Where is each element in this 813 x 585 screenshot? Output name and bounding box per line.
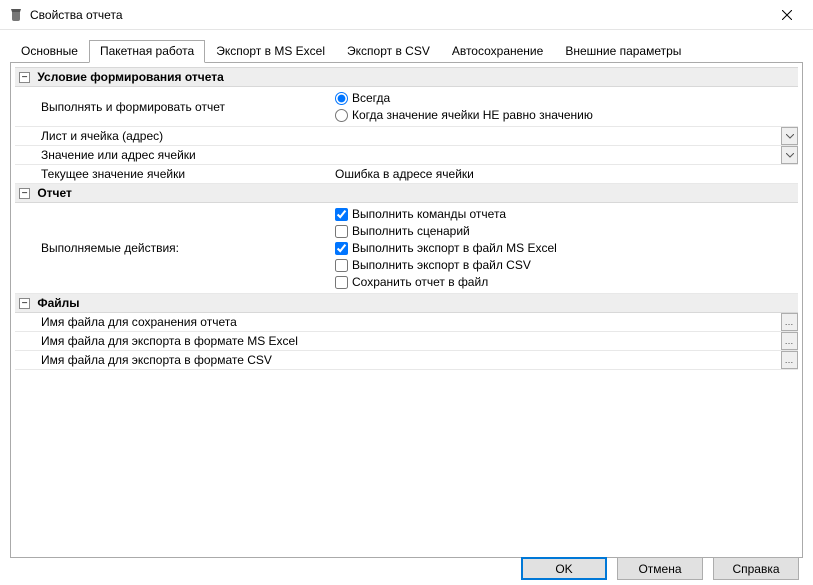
group-condition[interactable]: − Условие формирования отчета <box>15 68 798 87</box>
radio-always[interactable]: Всегда <box>335 90 794 106</box>
tab-batch[interactable]: Пакетная работа <box>89 40 205 63</box>
tabstrip: Основные Пакетная работа Экспорт в MS Ex… <box>10 38 803 62</box>
value-sheet-cell[interactable] <box>331 127 798 146</box>
group-report[interactable]: − Отчет <box>15 184 798 203</box>
property-grid: − Условие формирования отчета Выполнять … <box>15 67 798 370</box>
tab-autosave[interactable]: Автосохранение <box>441 40 554 63</box>
radio-always-input[interactable] <box>335 92 348 105</box>
label-file-excel: Имя файла для экспорта в формате MS Exce… <box>15 332 331 351</box>
check-export-csv[interactable]: Выполнить экспорт в файл CSV <box>335 257 794 273</box>
value-file-excel[interactable]: … <box>331 332 798 351</box>
radio-not-equal[interactable]: Когда значение ячейки НЕ равно значению <box>335 107 794 123</box>
check-export-csv-input[interactable] <box>335 259 348 272</box>
group-files-label: Файлы <box>37 296 79 310</box>
tab-page: − Условие формирования отчета Выполнять … <box>10 62 803 558</box>
check-save-file[interactable]: Сохранить отчет в файл <box>335 274 794 290</box>
ok-button[interactable]: OK <box>521 557 607 580</box>
check-run-scenario-label: Выполнить сценарий <box>352 223 470 239</box>
label-value-or-addr: Значение или адрес ячейки <box>15 146 331 165</box>
collapse-icon[interactable]: − <box>19 72 30 83</box>
radio-always-label: Всегда <box>352 90 390 106</box>
label-run-and-form: Выполнять и формировать отчет <box>15 87 331 127</box>
browse-file-save[interactable]: … <box>781 313 798 331</box>
help-button[interactable]: Справка <box>713 557 799 580</box>
tab-export-csv[interactable]: Экспорт в CSV <box>336 40 441 63</box>
group-files[interactable]: − Файлы <box>15 294 798 313</box>
check-save-file-label: Сохранить отчет в файл <box>352 274 488 290</box>
value-current-value: Ошибка в адресе ячейки <box>335 167 474 181</box>
dropdown-value-or-addr[interactable] <box>781 146 798 164</box>
group-report-label: Отчет <box>37 186 72 200</box>
check-save-file-input[interactable] <box>335 276 348 289</box>
check-run-commands-input[interactable] <box>335 208 348 221</box>
radio-not-equal-input[interactable] <box>335 109 348 122</box>
value-file-csv[interactable]: … <box>331 351 798 370</box>
check-run-commands[interactable]: Выполнить команды отчета <box>335 206 794 222</box>
check-run-scenario-input[interactable] <box>335 225 348 238</box>
titlebar: Свойства отчета <box>0 0 813 30</box>
browse-file-excel[interactable]: … <box>781 332 798 350</box>
label-file-csv: Имя файла для экспорта в формате CSV <box>15 351 331 370</box>
tab-external-params[interactable]: Внешние параметры <box>554 40 692 63</box>
check-export-excel-input[interactable] <box>335 242 348 255</box>
tab-export-excel[interactable]: Экспорт в MS Excel <box>205 40 336 63</box>
cancel-button[interactable]: Отмена <box>617 557 703 580</box>
value-file-save[interactable]: … <box>331 313 798 332</box>
dropdown-sheet-cell[interactable] <box>781 127 798 145</box>
tab-main[interactable]: Основные <box>10 40 89 63</box>
label-file-save: Имя файла для сохранения отчета <box>15 313 331 332</box>
check-export-csv-label: Выполнить экспорт в файл CSV <box>352 257 531 273</box>
close-button[interactable] <box>767 1 807 29</box>
collapse-icon[interactable]: − <box>19 188 30 199</box>
value-value-or-addr[interactable] <box>331 146 798 165</box>
check-run-scenario[interactable]: Выполнить сценарий <box>335 223 794 239</box>
label-actions: Выполняемые действия: <box>15 203 331 294</box>
label-current-value: Текущее значение ячейки <box>15 165 331 184</box>
collapse-icon[interactable]: − <box>19 298 30 309</box>
check-export-excel-label: Выполнить экспорт в файл MS Excel <box>352 240 557 256</box>
app-icon <box>8 7 24 23</box>
group-condition-label: Условие формирования отчета <box>37 70 224 84</box>
radio-not-equal-label: Когда значение ячейки НЕ равно значению <box>352 107 593 123</box>
window-title: Свойства отчета <box>30 8 767 22</box>
browse-file-csv[interactable]: … <box>781 351 798 369</box>
check-run-commands-label: Выполнить команды отчета <box>352 206 506 222</box>
check-export-excel[interactable]: Выполнить экспорт в файл MS Excel <box>335 240 794 256</box>
label-sheet-cell: Лист и ячейка (адрес) <box>15 127 331 146</box>
